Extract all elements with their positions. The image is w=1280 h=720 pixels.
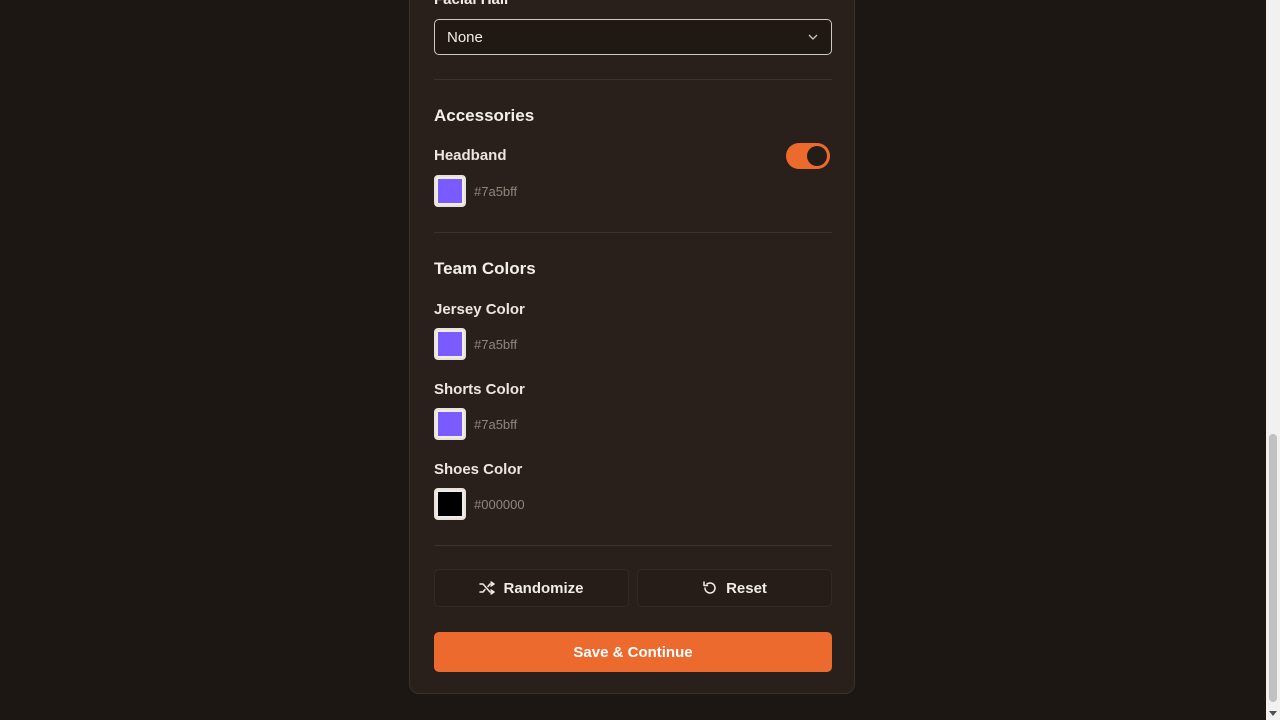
page-scrollbar[interactable] xyxy=(1266,0,1280,720)
divider xyxy=(434,79,832,80)
shorts-color-row: #7a5bff xyxy=(434,408,517,440)
customization-panel: Facial Hair None Accessories Headband #7… xyxy=(409,0,855,694)
headband-toggle[interactable] xyxy=(786,143,830,169)
divider xyxy=(434,545,832,546)
randomize-button[interactable]: Randomize xyxy=(434,569,629,607)
accessories-title: Accessories xyxy=(434,106,535,125)
shoes-color-swatch[interactable] xyxy=(434,488,466,520)
headband-color-hex: #7a5bff xyxy=(474,183,518,199)
shoes-color-fill xyxy=(438,492,462,516)
shorts-color-label: Shorts Color xyxy=(434,381,525,398)
chevron-down-icon xyxy=(808,34,818,40)
reset-label: Reset xyxy=(726,579,767,597)
secondary-actions: Randomize Reset xyxy=(434,569,832,607)
toggle-knob xyxy=(807,146,827,166)
facial-hair-select[interactable]: None xyxy=(434,19,832,55)
headband-color-swatch[interactable] xyxy=(434,175,466,207)
jersey-color-fill xyxy=(438,332,462,356)
shoes-color-label: Shoes Color xyxy=(434,461,523,478)
jersey-color-row: #7a5bff xyxy=(434,328,517,360)
scroll-thumb[interactable] xyxy=(1269,434,1277,702)
facial-hair-label: Facial Hair xyxy=(434,0,510,8)
jersey-color-label: Jersey Color xyxy=(434,301,525,318)
team-colors-title: Team Colors xyxy=(434,259,536,278)
reset-icon xyxy=(703,581,716,594)
shuffle-icon xyxy=(479,581,496,595)
reset-button[interactable]: Reset xyxy=(637,569,832,607)
shorts-color-fill xyxy=(438,412,462,436)
shoes-color-row: #000000 xyxy=(434,488,525,520)
randomize-label: Randomize xyxy=(503,579,584,597)
facial-hair-value: None xyxy=(447,28,483,46)
save-continue-button[interactable]: Save & Continue xyxy=(434,632,832,672)
jersey-color-swatch[interactable] xyxy=(434,328,466,360)
headband-label: Headband xyxy=(434,147,507,164)
scroll-down-arrow-icon[interactable] xyxy=(1269,711,1277,716)
shorts-color-hex: #7a5bff xyxy=(474,416,518,432)
shoes-color-hex: #000000 xyxy=(474,496,525,512)
headband-color-fill xyxy=(438,179,462,203)
shorts-color-swatch[interactable] xyxy=(434,408,466,440)
headband-color-row: #7a5bff xyxy=(434,175,517,207)
jersey-color-hex: #7a5bff xyxy=(474,336,518,352)
divider xyxy=(434,232,832,233)
